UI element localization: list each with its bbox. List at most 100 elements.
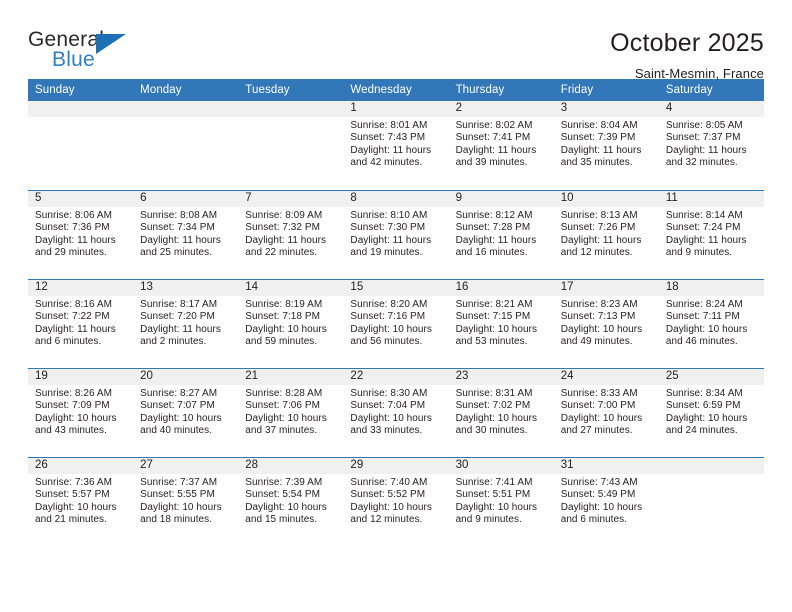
weekday-header-wednesday: Wednesday: [350, 84, 412, 96]
day-detail-line: Sunset: 7:22 PM: [35, 311, 110, 323]
day-detail-line: Sunset: 5:49 PM: [560, 489, 636, 501]
calendar-day-cell-25[interactable]: 25 Sunrise: 8:34 AM Sunset: 6:59 PM Dayligh…: [658, 369, 764, 457]
day-detail-line: and 24 minutes.: [665, 425, 738, 437]
calendar-day-cell-7[interactable]: 7 Sunrise: 8:09 AM Sunset: 7:32 PM Daylight…: [238, 191, 344, 279]
day-detail-line: Sunrise: 7:43 AM: [560, 477, 638, 488]
day-number: 2: [448, 101, 554, 117]
day-number: [658, 458, 764, 474]
day-details: Sunrise: 8:34 AM Sunset: 6:59 PM Daylight:…: [659, 385, 764, 438]
day-details: Sunrise: 8:12 AM Sunset: 7:28 PM Daylight:…: [449, 207, 554, 260]
day-detail-line: and 18 minutes.: [140, 514, 213, 526]
day-details: Sunrise: 8:01 AM Sunset: 7:43 PM Daylight:…: [343, 117, 448, 170]
calendar-day-cell-1[interactable]: 1 Sunrise: 8:01 AM Sunset: 7:43 PM Daylight…: [343, 101, 449, 190]
day-detail-line: Daylight: 11 hours: [140, 234, 221, 246]
general-blue-logo[interactable]: General Blue: [28, 28, 148, 76]
day-detail-line: Daylight: 10 hours: [560, 501, 643, 513]
calendar-day-cell-4[interactable]: 4 Sunrise: 8:05 AM Sunset: 7:37 PM Daylight…: [658, 101, 764, 190]
day-detail-line: Daylight: 10 hours: [455, 323, 538, 335]
day-number: 17: [553, 280, 659, 296]
day-detail-line: Daylight: 10 hours: [245, 412, 327, 424]
day-details: Sunrise: 8:09 AM Sunset: 7:32 PM Daylight:…: [238, 207, 343, 260]
day-details: Sunrise: 7:39 AM Sunset: 5:54 PM Daylight:…: [238, 474, 343, 527]
calendar-day-cell-31[interactable]: 31 Sunrise: 7:43 AM Sunset: 5:49 PM Dayligh…: [553, 458, 659, 546]
day-details: Sunrise: 8:19 AM Sunset: 7:18 PM Daylight:…: [238, 296, 343, 349]
calendar-day-cell-23[interactable]: 23 Sunrise: 8:31 AM Sunset: 7:02 PM Dayligh…: [448, 369, 554, 457]
day-detail-line: and 49 minutes.: [560, 336, 633, 348]
day-detail-line: Sunset: 7:24 PM: [665, 222, 741, 234]
day-detail-line: Daylight: 10 hours: [350, 412, 432, 424]
day-detail-line: and 6 minutes.: [560, 514, 627, 526]
calendar-day-cell-10[interactable]: 10 Sunrise: 8:13 AM Sunset: 7:26 PM Dayligh…: [553, 191, 659, 279]
calendar-day-cell-28[interactable]: 28 Sunrise: 7:39 AM Sunset: 5:54 PM Dayligh…: [238, 458, 344, 546]
day-number: 4: [658, 101, 764, 117]
day-detail-line: and 19 minutes.: [350, 247, 423, 259]
day-number: 3: [553, 101, 659, 117]
day-detail-line: Sunset: 7:41 PM: [455, 132, 531, 144]
calendar-day-cell-29[interactable]: 29 Sunrise: 7:40 AM Sunset: 5:52 PM Dayligh…: [343, 458, 449, 546]
day-number: 22: [343, 369, 449, 385]
calendar-day-cell-21[interactable]: 21 Sunrise: 8:28 AM Sunset: 7:06 PM Dayligh…: [238, 369, 344, 457]
day-detail-line: Sunrise: 8:16 AM: [35, 299, 112, 310]
day-number: 23: [448, 369, 554, 385]
day-detail-line: Sunset: 5:55 PM: [140, 489, 215, 501]
calendar-day-cell-18[interactable]: 18 Sunrise: 8:24 AM Sunset: 7:11 PM Dayligh…: [658, 280, 764, 368]
calendar-day-cell-8[interactable]: 8 Sunrise: 8:10 AM Sunset: 7:30 PM Daylight…: [343, 191, 449, 279]
day-detail-line: Sunset: 7:11 PM: [665, 311, 740, 323]
calendar-day-cell-11[interactable]: 11 Sunrise: 8:14 AM Sunset: 7:24 PM Dayligh…: [658, 191, 764, 279]
calendar-day-cell-27[interactable]: 27 Sunrise: 7:37 AM Sunset: 5:55 PM Dayligh…: [133, 458, 239, 546]
day-detail-line: and 46 minutes.: [665, 336, 738, 348]
day-number: [133, 101, 239, 117]
calendar-day-cell-22[interactable]: 22 Sunrise: 8:30 AM Sunset: 7:04 PM Dayligh…: [343, 369, 449, 457]
calendar-grid: Sunday Monday Tuesday Wednesday Thursday Frid…: [28, 79, 764, 546]
calendar-day-cell-6[interactable]: 6 Sunrise: 8:08 AM Sunset: 7:34 PM Daylight…: [133, 191, 239, 279]
day-details: Sunrise: 8:06 AM Sunset: 7:36 PM Daylight:…: [28, 207, 133, 260]
day-detail-line: Sunrise: 8:27 AM: [140, 388, 218, 399]
day-details: Sunrise: 8:33 AM Sunset: 7:00 PM Daylight:…: [554, 385, 659, 438]
day-detail-line: Sunrise: 8:13 AM: [560, 210, 638, 221]
weekday-header-friday: Friday: [560, 84, 594, 96]
day-detail-line: Sunset: 6:59 PM: [665, 400, 741, 412]
calendar-day-cell-17[interactable]: 17 Sunrise: 8:23 AM Sunset: 7:13 PM Dayligh…: [553, 280, 659, 368]
day-number: [28, 101, 134, 117]
calendar-day-cell-15[interactable]: 15 Sunrise: 8:20 AM Sunset: 7:16 PM Dayligh…: [343, 280, 449, 368]
calendar-day-cell-30[interactable]: 30 Sunrise: 7:41 AM Sunset: 5:51 PM Dayligh…: [448, 458, 554, 546]
calendar-day-cell-24[interactable]: 24 Sunrise: 8:33 AM Sunset: 7:00 PM Dayligh…: [553, 369, 659, 457]
calendar-day-cell-2[interactable]: 2 Sunrise: 8:02 AM Sunset: 7:41 PM Daylight…: [448, 101, 554, 190]
calendar-day-cell-14[interactable]: 14 Sunrise: 8:19 AM Sunset: 7:18 PM Dayligh…: [238, 280, 344, 368]
day-detail-line: Sunrise: 8:20 AM: [350, 299, 428, 310]
day-detail-line: and 21 minutes.: [35, 514, 107, 526]
day-detail-line: Sunset: 7:43 PM: [350, 132, 426, 144]
calendar-week-row: 12 Sunrise: 8:16 AM Sunset: 7:22 PM Dayligh…: [28, 279, 764, 368]
calendar-day-cell-12[interactable]: 12 Sunrise: 8:16 AM Sunset: 7:22 PM Dayligh…: [28, 280, 134, 368]
day-number: 5: [28, 191, 134, 207]
day-detail-line: and 37 minutes.: [245, 425, 318, 437]
day-detail-line: and 25 minutes.: [140, 247, 213, 259]
day-detail-line: and 6 minutes.: [35, 336, 102, 348]
calendar-day-cell-16[interactable]: 16 Sunrise: 8:21 AM Sunset: 7:15 PM Dayligh…: [448, 280, 554, 368]
day-detail-line: Daylight: 10 hours: [245, 323, 327, 335]
day-detail-line: Sunrise: 8:04 AM: [560, 120, 638, 131]
day-details: Sunrise: 8:30 AM Sunset: 7:04 PM Daylight:…: [343, 385, 448, 438]
calendar-day-cell-26[interactable]: 26 Sunrise: 7:36 AM Sunset: 5:57 PM Dayligh…: [28, 458, 134, 546]
day-detail-line: Daylight: 10 hours: [140, 412, 222, 424]
day-detail-line: Sunset: 7:37 PM: [665, 132, 741, 144]
page-title: October 2025: [610, 29, 764, 57]
calendar-day-cell-19[interactable]: 19 Sunrise: 8:26 AM Sunset: 7:09 PM Dayligh…: [28, 369, 134, 457]
day-details: Sunrise: 8:02 AM Sunset: 7:41 PM Daylight:…: [449, 117, 554, 170]
day-detail-line: Daylight: 11 hours: [665, 144, 747, 156]
calendar-day-cell-3[interactable]: 3 Sunrise: 8:04 AM Sunset: 7:39 PM Daylight…: [553, 101, 659, 190]
day-detail-line: Sunrise: 8:23 AM: [560, 299, 638, 310]
day-number: 19: [28, 369, 134, 385]
calendar-day-cell-20[interactable]: 20 Sunrise: 8:27 AM Sunset: 7:07 PM Dayligh…: [133, 369, 239, 457]
day-detail-line: Sunrise: 8:10 AM: [350, 210, 428, 221]
day-details: Sunrise: 8:27 AM Sunset: 7:07 PM Daylight:…: [133, 385, 238, 438]
day-detail-line: and 22 minutes.: [245, 247, 318, 259]
weekday-header-saturday: Saturday: [665, 84, 713, 96]
calendar-day-cell-13[interactable]: 13 Sunrise: 8:17 AM Sunset: 7:20 PM Dayligh…: [133, 280, 239, 368]
calendar-day-cell-9[interactable]: 9 Sunrise: 8:12 AM Sunset: 7:28 PM Daylight…: [448, 191, 554, 279]
day-number: 30: [448, 458, 554, 474]
day-detail-line: and 42 minutes.: [350, 157, 423, 169]
calendar-day-cell-5[interactable]: 5 Sunrise: 8:06 AM Sunset: 7:36 PM Daylight…: [28, 191, 134, 279]
day-details: Sunrise: 7:43 AM Sunset: 5:49 PM Daylight:…: [554, 474, 659, 527]
day-detail-line: Sunset: 7:36 PM: [35, 222, 110, 234]
